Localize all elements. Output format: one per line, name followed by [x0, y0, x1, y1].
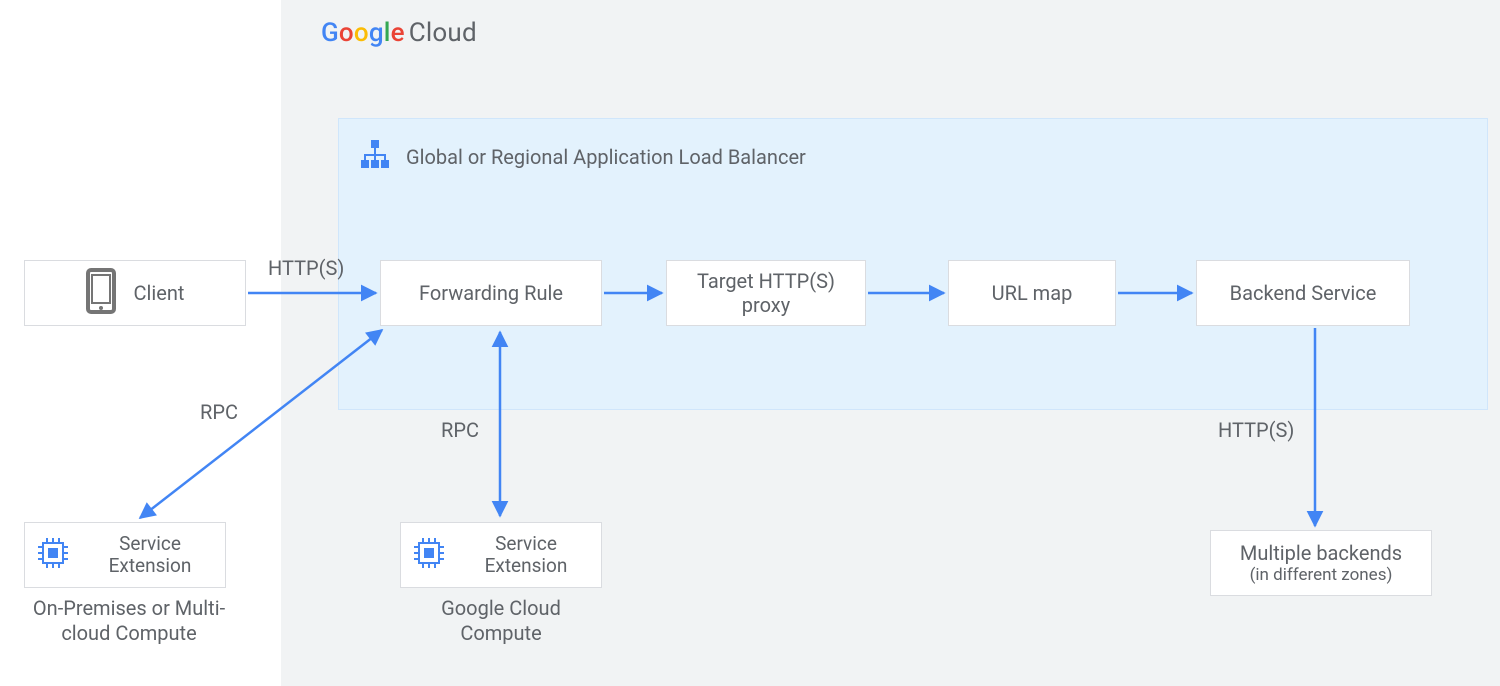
edge-label-https-client: HTTP(S) — [268, 256, 344, 280]
node-multiple-backends-sub: (in different zones) — [1250, 565, 1393, 585]
node-client: Client — [24, 260, 246, 326]
node-backend-service: Backend Service — [1196, 260, 1410, 326]
node-service-extension-onprem-label: Service Extension — [83, 533, 217, 577]
node-service-extension-onprem: Service Extension — [24, 522, 226, 588]
node-url-map: URL map — [948, 260, 1116, 326]
sublabel-gcc: Google Cloud Compute — [400, 596, 602, 646]
node-forwarding-rule: Forwarding Rule — [380, 260, 602, 326]
node-client-label: Client — [134, 281, 185, 305]
edge-label-https-backend: HTTP(S) — [1218, 418, 1294, 442]
edge-label-rpc-gcc: RPC — [441, 418, 479, 442]
node-backend-service-label: Backend Service — [1230, 281, 1377, 305]
load-balancer-icon — [358, 138, 392, 176]
node-target-proxy-label: Target HTTP(S) proxy — [675, 269, 857, 317]
node-service-extension-gcc: Service Extension — [400, 522, 602, 588]
cpu-chip-icon — [35, 535, 71, 576]
diagram-canvas: GoogleCloud Global or Regional Applicati… — [0, 0, 1500, 686]
load-balancer-header: Global or Regional Application Load Bala… — [358, 138, 806, 176]
google-cloud-logo: GoogleCloud — [321, 18, 477, 48]
node-target-proxy: Target HTTP(S) proxy — [666, 260, 866, 326]
sublabel-onprem: On-Premises or Multi-cloud Compute — [24, 596, 234, 646]
logo-product: Cloud — [409, 18, 477, 48]
node-forwarding-rule-label: Forwarding Rule — [419, 281, 563, 305]
node-url-map-label: URL map — [992, 281, 1073, 305]
load-balancer-title: Global or Regional Application Load Bala… — [406, 145, 806, 169]
node-multiple-backends: Multiple backends (in different zones) — [1210, 530, 1432, 596]
node-multiple-backends-label: Multiple backends — [1240, 541, 1402, 565]
edge-label-rpc-onprem: RPC — [200, 400, 238, 424]
node-service-extension-gcc-label: Service Extension — [459, 533, 593, 577]
device-icon — [86, 268, 116, 319]
cpu-chip-icon — [411, 535, 447, 576]
